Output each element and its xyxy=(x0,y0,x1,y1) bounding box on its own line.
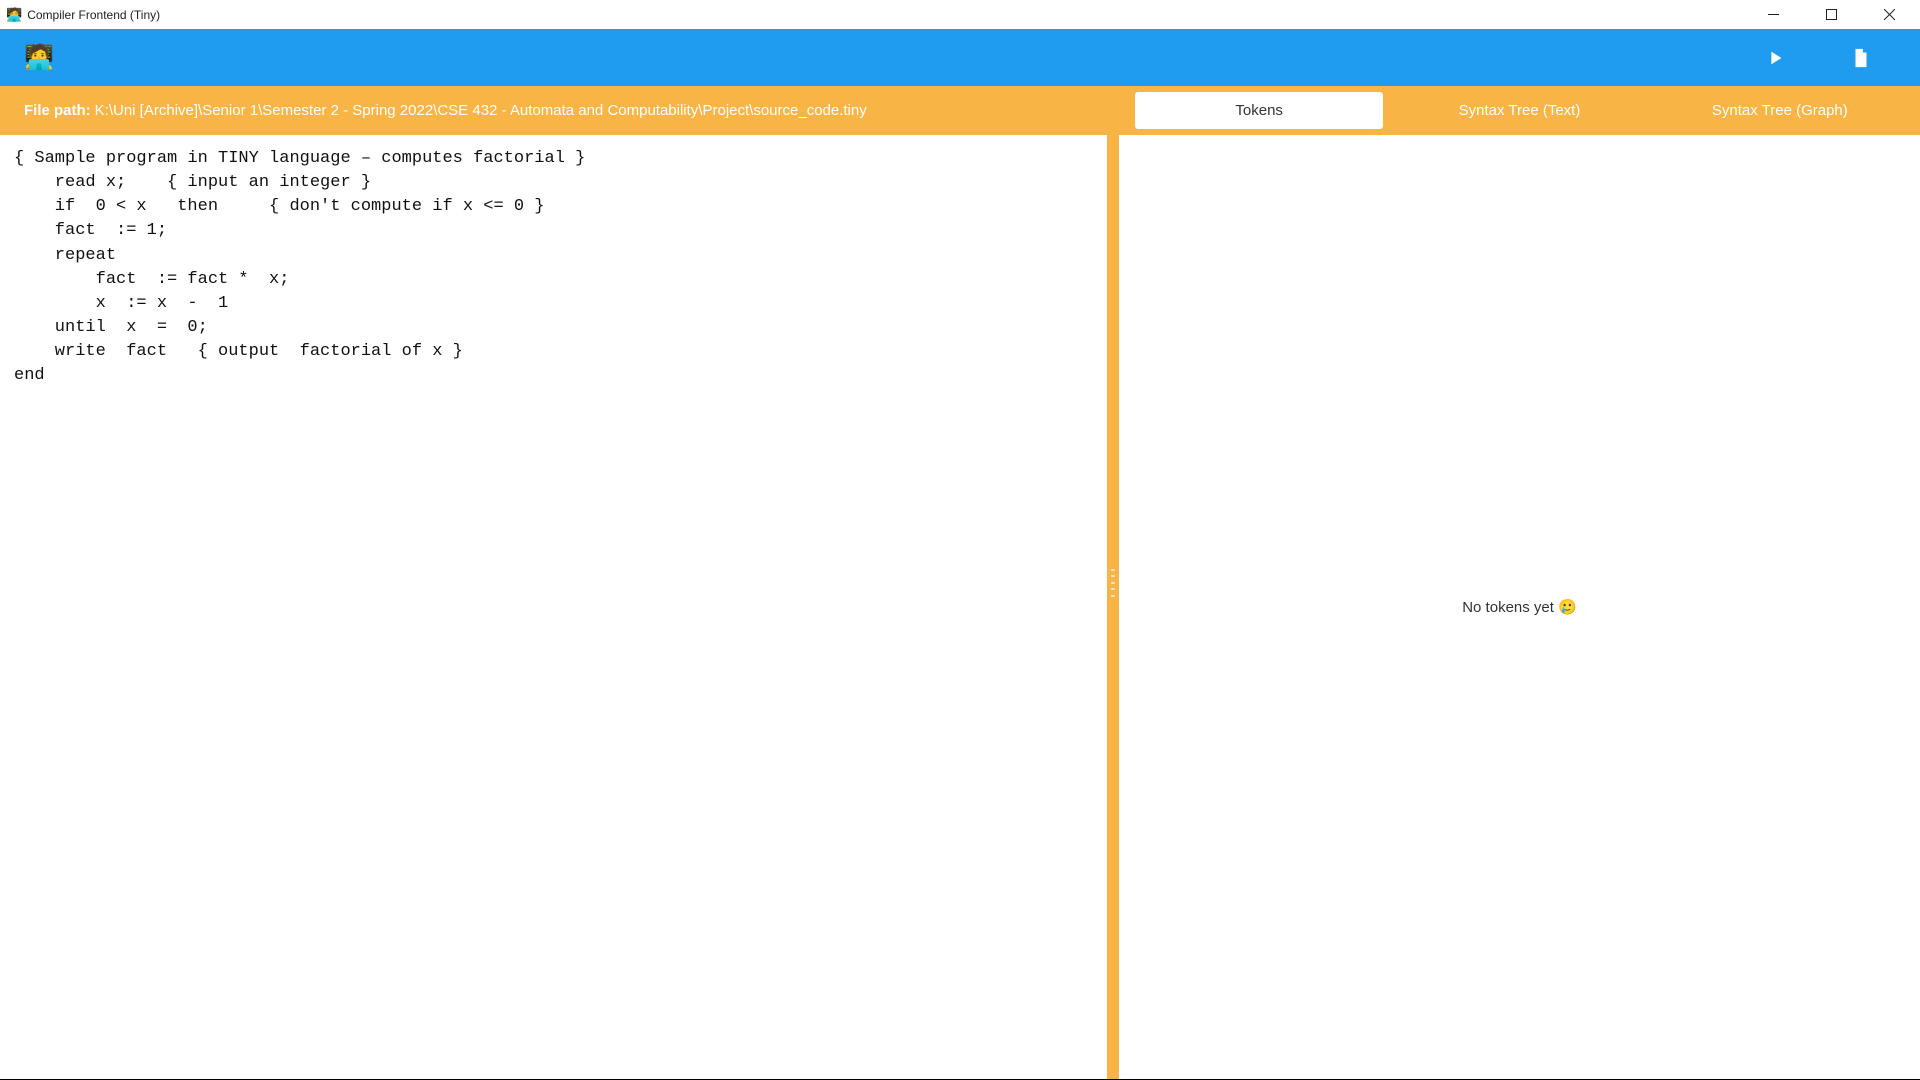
tab-tokens[interactable]: Tokens xyxy=(1135,92,1383,129)
right-pane: Tokens Syntax Tree (Text) Syntax Tree (G… xyxy=(1119,86,1920,1079)
run-button[interactable] xyxy=(1732,29,1818,86)
main-content: File path: K:\Uni [Archive]\Senior 1\Sem… xyxy=(0,86,1920,1079)
toolbar-logo-icon: 🧑‍💻 xyxy=(24,43,54,72)
tabbar: Tokens Syntax Tree (Text) Syntax Tree (G… xyxy=(1119,86,1920,135)
close-button[interactable] xyxy=(1860,0,1918,29)
titlebar: 🧑‍💻 Compiler Frontend (Tiny) xyxy=(0,0,1920,29)
file-icon xyxy=(1850,47,1872,69)
window-controls xyxy=(1744,0,1918,29)
left-pane: File path: K:\Uni [Archive]\Senior 1\Sem… xyxy=(0,86,1107,1079)
minimize-button[interactable] xyxy=(1744,0,1802,29)
app-icon: 🧑‍💻 xyxy=(6,7,22,23)
pane-splitter[interactable] xyxy=(1107,86,1119,1079)
window-title: Compiler Frontend (Tiny) xyxy=(27,8,160,22)
filepath-value: K:\Uni [Archive]\Senior 1\Semester 2 - S… xyxy=(95,102,867,119)
code-editor[interactable]: { Sample program in TINY language – comp… xyxy=(0,135,1107,1079)
tab-syntax-tree-graph[interactable]: Syntax Tree (Graph) xyxy=(1656,92,1904,129)
play-icon xyxy=(1764,47,1786,69)
filepath-label: File path: xyxy=(24,102,91,119)
empty-tokens-message: No tokens yet 🥲 xyxy=(1462,598,1577,616)
new-file-button[interactable] xyxy=(1818,29,1904,86)
tab-syntax-tree-text[interactable]: Syntax Tree (Text) xyxy=(1395,92,1643,129)
filepath-bar: File path: K:\Uni [Archive]\Senior 1\Sem… xyxy=(0,86,1107,135)
maximize-button[interactable] xyxy=(1802,0,1860,29)
toolbar: 🧑‍💻 xyxy=(0,29,1920,86)
tokens-content: No tokens yet 🥲 xyxy=(1119,135,1920,1079)
splitter-grip-icon xyxy=(1111,569,1115,597)
